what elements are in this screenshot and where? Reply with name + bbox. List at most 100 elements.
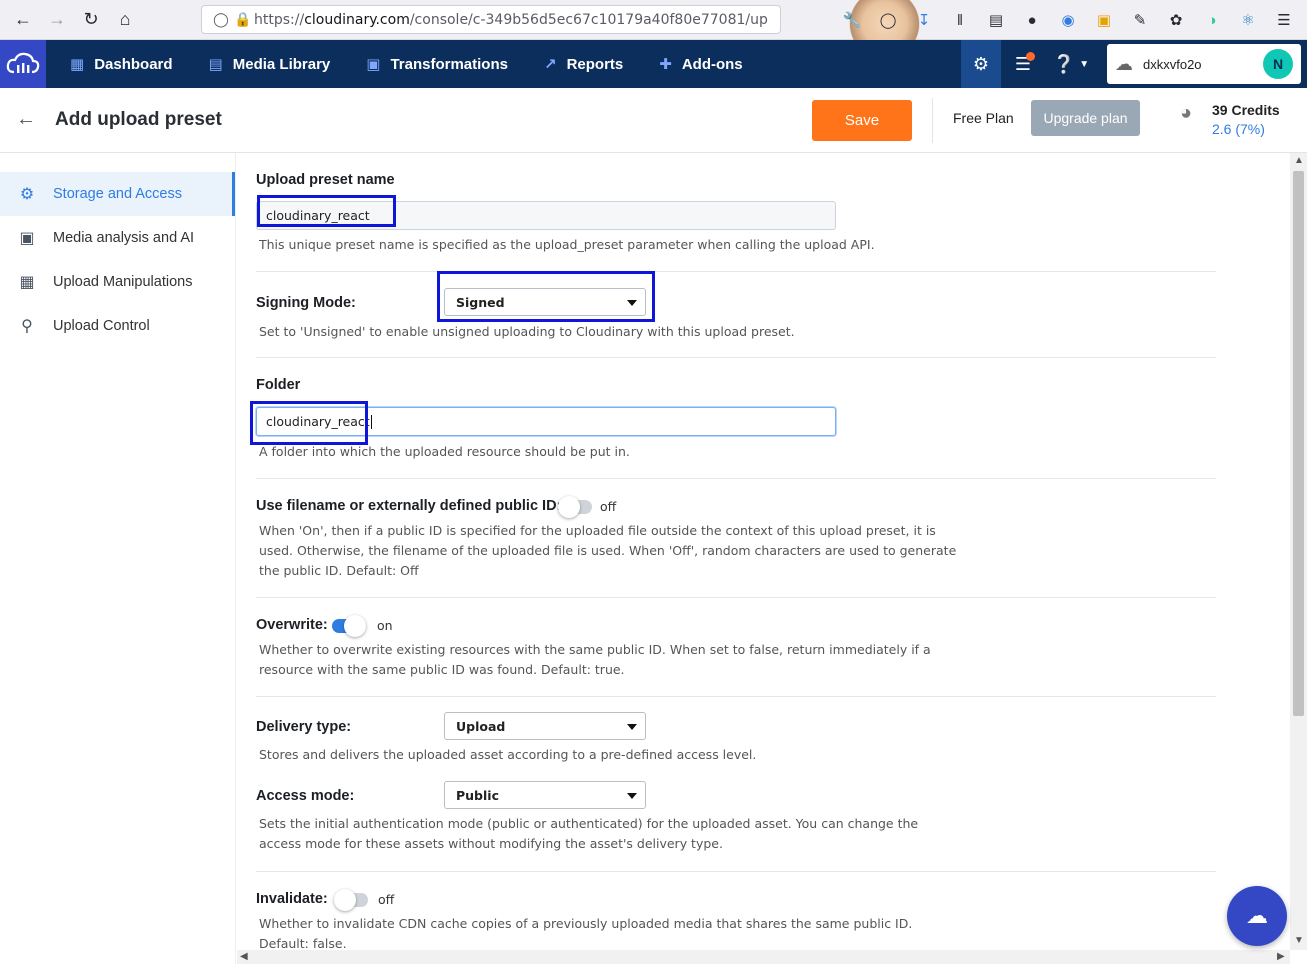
horizontal-scrollbar[interactable]: ◀ ▶ [237,950,1290,964]
library-icon[interactable]: ‖ [945,5,975,35]
credits-usage[interactable]: 2.6 (7%) [1212,121,1265,137]
use-filename-state: off [600,499,617,514]
menu-icon[interactable]: ☰ [1269,5,1299,35]
sidebar-item-upload-control[interactable]: ⚲ Upload Control [0,304,235,348]
preset-name-label: Upload preset name [256,172,395,188]
delivery-type-help: Stores and delivers the uploaded asset a… [259,747,757,762]
dashboard-icon: ▦ [70,56,85,73]
nav-transformations[interactable]: ▣ Transformations [348,40,526,88]
help-line: resource with the same public ID was fou… [259,662,625,677]
notifications-icon[interactable]: ☰ [1001,40,1045,88]
help-line: Whether to invalidate CDN cache copies o… [259,916,913,931]
nav-right: ⚙ ☰ ❔ ▼ ☁ dxkxvfo2o N [961,40,1307,88]
nav-media-library[interactable]: ▤ Media Library [191,40,349,88]
nav-reports[interactable]: ↗ Reports [526,40,641,88]
notes-icon[interactable]: ✎ [1125,5,1155,35]
lock-icon: 🔒 [234,11,252,28]
extension-black-icon[interactable]: ● [1017,5,1047,35]
use-filename-toggle[interactable] [558,496,592,518]
section-folder: Folder cloudinary_react A folder into wh… [256,358,1216,479]
pocket-icon[interactable]: ◯ [873,5,903,35]
url-bar[interactable]: ◯ 🔒 https://cloudinary.com/console/c-349… [201,5,781,34]
delivery-type-select[interactable]: Upload [444,712,646,740]
toggle-knob [334,889,356,911]
overwrite-toggle[interactable] [332,615,366,637]
text-cursor [370,414,372,429]
wrench-icon[interactable]: 🔧 [837,5,867,35]
url-domain: cloudinary.com [304,11,410,28]
media-analysis-icon: ▣ [19,230,35,247]
react-icon[interactable]: ⚛ [1233,5,1263,35]
scroll-up-icon[interactable]: ▲ [1294,155,1304,166]
nav-dashboard-label: Dashboard [94,55,173,73]
sidebar-item-label: Upload Manipulations [53,274,193,290]
highlight-box [257,195,396,227]
credits-count: 39 Credits [1212,102,1280,118]
plan-label: Free Plan [953,110,1014,126]
overwrite-help: Whether to overwrite existing resources … [259,640,931,680]
sidebar-item-media-analysis[interactable]: ▣ Media analysis and AI [0,216,235,260]
extension-green-icon[interactable]: ◑ [1197,5,1227,35]
scroll-thumb[interactable] [1293,171,1304,716]
sidebar-item-storage-and-access[interactable]: ⚙ Storage and Access [0,172,235,216]
toggle-knob [558,496,580,518]
back-arrow-icon[interactable]: ← [16,108,36,131]
url-path: /console/c-349b56d5ec67c10179a40f80e7708… [409,11,768,28]
toggle-knob [344,615,366,637]
url-prefix: https:// [254,11,305,28]
folder-help: A folder into which the uploaded resourc… [259,444,630,459]
cloud-upload-icon: ☁ [1246,903,1268,928]
nav-reports-label: Reports [566,55,624,73]
highlight-box [437,271,655,322]
nav-media-library-label: Media Library [232,55,331,73]
forward-icon[interactable]: → [40,3,74,37]
nav-dashboard[interactable]: ▦ Dashboard [46,40,191,88]
scroll-left-icon[interactable]: ◀ [240,951,248,962]
vertical-scrollbar[interactable]: ▲ ▼ [1290,153,1307,950]
reader-icon[interactable]: ▤ [981,5,1011,35]
globe-icon[interactable]: ◉ [1053,5,1083,35]
section-overwrite: Overwrite: on Whether to overwrite exist… [256,598,1216,697]
chevron-down-icon [627,793,637,799]
cloudinary-logo-icon[interactable] [0,40,46,88]
upload-manipulations-icon: ▦ [19,274,35,291]
back-icon[interactable]: ← [6,3,40,37]
transformations-icon: ▣ [366,56,381,73]
account-name: dxkxvfo2o [1143,56,1202,72]
upgrade-plan-button[interactable]: Upgrade plan [1031,100,1140,136]
tool-icon[interactable]: ✿ [1161,5,1191,35]
access-mode-help: Sets the initial authentication mode (pu… [259,814,918,854]
presentation-icon[interactable]: ▣ [1089,5,1119,35]
scroll-right-icon[interactable]: ▶ [1277,951,1285,962]
sidebar-item-upload-manipulations[interactable]: ▦ Upload Manipulations [0,260,235,304]
home-icon[interactable]: ⌂ [108,3,142,37]
save-button[interactable]: Save [812,100,912,141]
invalidate-toggle[interactable] [334,889,368,911]
use-filename-help: When 'On', then if a public ID is specif… [259,521,956,581]
section-invalidate: Invalidate: off Whether to invalidate CD… [256,872,1216,950]
nav-addons-label: Add-ons [681,55,743,73]
browser-extensions: 🔧 ◯ ↧ ‖ ▤ ● ◉ ▣ ✎ ✿ ◑ ⚛ ☰ [837,5,1299,35]
help-line: used. Otherwise, the filename of the upl… [259,543,957,558]
download-icon[interactable]: ↧ [909,5,939,35]
reload-icon[interactable]: ↻ [74,3,108,37]
section-preset-name: Upload preset name cloudinary_react This… [256,153,1216,272]
app-navbar: ▦ Dashboard ▤ Media Library ▣ Transforma… [0,40,1307,88]
section-signing-mode: Signing Mode: Signed Set to 'Unsigned' t… [256,272,1216,358]
page-header: ← Add upload preset Save Free Plan Upgra… [0,88,1307,153]
support-chat-button[interactable]: ☁ [1227,886,1287,946]
settings-gear-icon[interactable]: ⚙ [961,40,1001,88]
section-use-filename: Use filename or externally defined publi… [256,479,1216,598]
help-icon[interactable]: ❔ ▼ [1045,40,1097,88]
user-avatar[interactable]: N [1263,49,1293,79]
help-line: the public ID. Default: Off [259,563,419,578]
delivery-type-value: Upload [456,718,506,734]
overwrite-label: Overwrite: [256,617,328,633]
access-mode-select[interactable]: Public [444,781,646,809]
scroll-down-icon[interactable]: ▼ [1294,935,1304,946]
nav-addons[interactable]: ✚ Add-ons [641,40,760,88]
invalidate-label: Invalidate: [256,891,328,907]
access-mode-label: Access mode: [256,788,355,804]
account-switcher[interactable]: ☁ dxkxvfo2o N [1107,44,1301,84]
sidebar-item-label: Storage and Access [53,186,182,202]
